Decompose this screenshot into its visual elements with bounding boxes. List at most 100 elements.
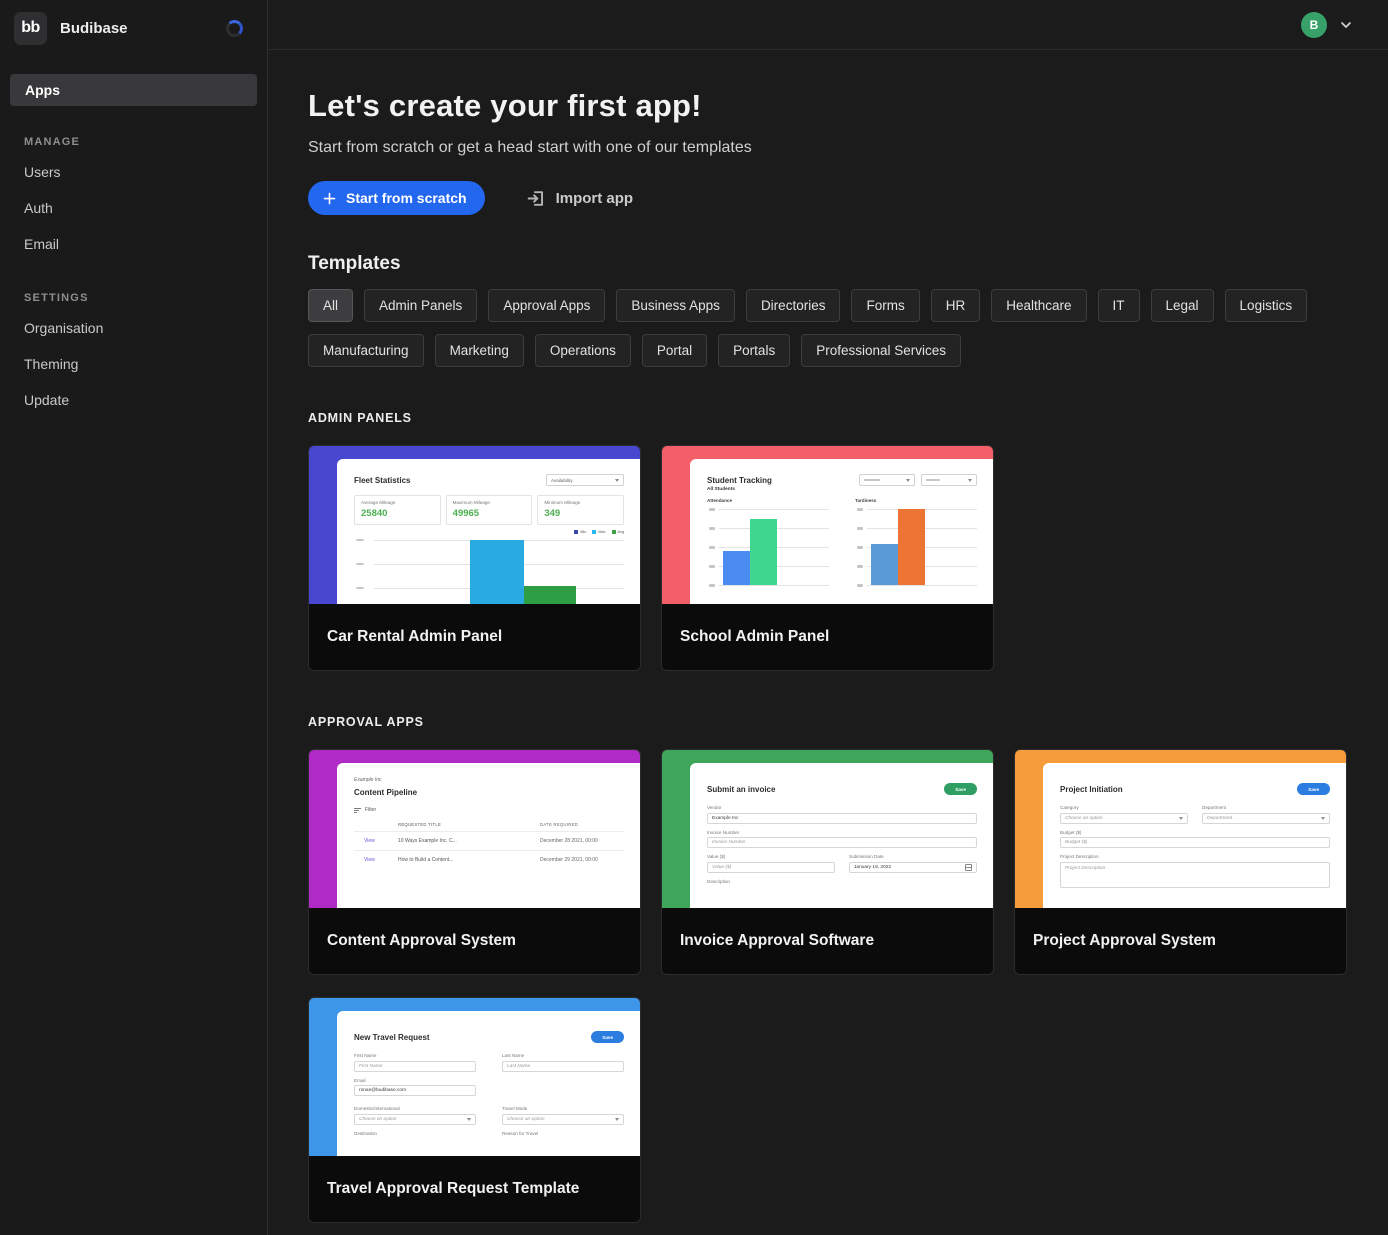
filter-chip-manufacturing[interactable]: Manufacturing [308,334,424,367]
field-placeholder: First Name [359,1064,382,1069]
legend-item: Min [574,530,586,534]
sidebar-item-auth[interactable]: Auth [0,190,267,226]
mini-field-travel-mode: Travel Mode Choose an option [502,1106,624,1125]
select-value: Department [1207,816,1232,821]
main-area: B Let's create your first app! Start fro… [268,0,1388,1235]
section-title-manage: MANAGE [0,136,267,148]
sidebar-item-update[interactable]: Update [0,382,267,418]
template-card-title: School Admin Panel [662,604,993,670]
chart-title: Attendance [707,498,829,503]
filter-chip-business-apps[interactable]: Business Apps [616,289,735,322]
admin-panels-cards: Fleet Statistics Availability Average Mi… [308,445,1348,671]
filter-chip-approval-apps[interactable]: Approval Apps [488,289,605,322]
filter-chip-it[interactable]: IT [1098,289,1140,322]
project-approval-preview: Project Initiation Save Category Choose … [1015,750,1346,908]
budibase-logo: bb [14,12,47,45]
filter-chip-all[interactable]: All [308,289,353,322]
mini-charts: Attendance [707,498,977,586]
chart-bar [871,544,898,585]
approval-apps-cards: Example Inc Content Pipeline Filter . [308,749,1348,1223]
field-placeholder: Budget ($) [1065,840,1087,845]
sidebar-item-organisation[interactable]: Organisation [0,310,267,346]
mini-save-button: Save [1297,783,1330,795]
attendance-chart: Attendance [707,498,829,586]
field-label: Value ($) [707,854,835,859]
filter-chip-hr[interactable]: HR [931,289,981,322]
mini-field-department: Department Department [1202,805,1330,824]
mini-dropdown-value: Availability [551,478,573,483]
filter-chip-legal[interactable]: Legal [1151,289,1214,322]
stat-label: Minimum Mileage [544,500,617,505]
budibase-portal: bb Budibase Apps MANAGE Users Auth Email… [0,0,1388,1235]
filter-chip-marketing[interactable]: Marketing [435,334,524,367]
mini-field-submission-date: Submission Date January 18, 2022 [849,854,977,873]
row-date: December 28 2021, 00:00 [540,838,624,844]
invoice-approval-preview: Submit an invoice Save Vendor Example In… [662,750,993,908]
mini-save-button: Save [591,1031,624,1043]
field-value: ronan@budibase.com [359,1088,406,1093]
mini-company: Example Inc [354,777,624,783]
field-label: Email [354,1078,476,1083]
legend-label: Min [580,530,586,534]
chart-bar [723,551,750,585]
template-card-project-approval[interactable]: Project Initiation Save Category Choose … [1014,749,1347,975]
template-card-invoice-approval[interactable]: Submit an invoice Save Vendor Example In… [661,749,994,975]
field-placeholder: Last Name [507,1064,530,1069]
template-card-title: Content Approval System [309,908,640,974]
approval-apps-heading: APPROVAL APPS [308,715,1348,729]
import-app-label: Import app [556,190,634,207]
mini-chart-legend: Min Max Avg [354,530,624,534]
import-app-button[interactable]: Import app [527,189,634,208]
filter-chip-healthcare[interactable]: Healthcare [991,289,1086,322]
templates-heading: Templates [308,253,1348,275]
sidebar-item-users[interactable]: Users [0,154,267,190]
sidebar-section-settings: SETTINGS Organisation Theming Update [0,292,267,418]
chart-bar-blue [470,540,524,605]
field-label: Description [707,879,977,884]
filter-chip-forms[interactable]: Forms [851,289,919,322]
user-avatar[interactable]: B [1301,12,1327,38]
mini-subtitle: All Students [707,487,977,492]
sidebar-item-theming[interactable]: Theming [0,346,267,382]
filter-chip-professional-services[interactable]: Professional Services [801,334,961,367]
filter-chip-operations[interactable]: Operations [535,334,631,367]
table-header: . REQUESTED TITLE DATE REQUIRED [354,820,624,831]
caret-icon [1179,817,1183,820]
template-card-car-rental[interactable]: Fleet Statistics Availability Average Mi… [308,445,641,671]
mini-field-value: Value ($) Value ($) [707,854,835,873]
sidebar-item-apps[interactable]: Apps [10,74,257,106]
template-card-content-approval[interactable]: Example Inc Content Pipeline Filter . [308,749,641,975]
template-card-title: Travel Approval Request Template [309,1156,640,1222]
template-card-travel-approval[interactable]: New Travel Request Save First Name First… [308,997,641,1223]
school-mini-app: Student Tracking All Students A [690,459,993,604]
caret-icon [906,479,910,482]
filter-chip-directories[interactable]: Directories [746,289,841,322]
mini-title: New Travel Request [354,1033,430,1042]
section-approval-apps: APPROVAL APPS Example Inc Content Pipeli… [308,715,1348,1223]
stat-card: Average Mileage 25840 [354,495,441,525]
calendar-icon [965,864,972,871]
sidebar-section-manage: MANAGE Users Auth Email [0,136,267,262]
field-label: Project Description [1060,854,1330,859]
filter-chip-admin-panels[interactable]: Admin Panels [364,289,477,322]
mini-field-project-description: Project Description Project Description [1060,854,1330,888]
filter-chip-portal[interactable]: Portal [642,334,707,367]
hero-actions: Start from scratch Import app [308,181,1348,215]
filter-chip-portals[interactable]: Portals [718,334,790,367]
sidebar-item-email[interactable]: Email [0,226,267,262]
legend-swatch [612,530,616,534]
field-label: Domestic/International [354,1106,476,1111]
loading-spinner-icon [226,20,243,37]
field-label: Department [1202,805,1330,810]
column-requested-title: REQUESTED TITLE [398,822,540,827]
chevron-down-icon[interactable] [1338,17,1354,33]
view-link: View [354,857,398,863]
filter-chip-logistics[interactable]: Logistics [1225,289,1308,322]
template-card-title: Project Approval System [1015,908,1346,974]
template-card-school[interactable]: Student Tracking All Students A [661,445,994,671]
project-mini-app: Project Initiation Save Category Choose … [1043,763,1346,908]
template-card-title: Invoice Approval Software [662,908,993,974]
table-row: View How to Build a Content... December … [354,850,624,869]
start-from-scratch-button[interactable]: Start from scratch [308,181,485,215]
column-date-required: DATE REQUIRED [540,822,624,827]
